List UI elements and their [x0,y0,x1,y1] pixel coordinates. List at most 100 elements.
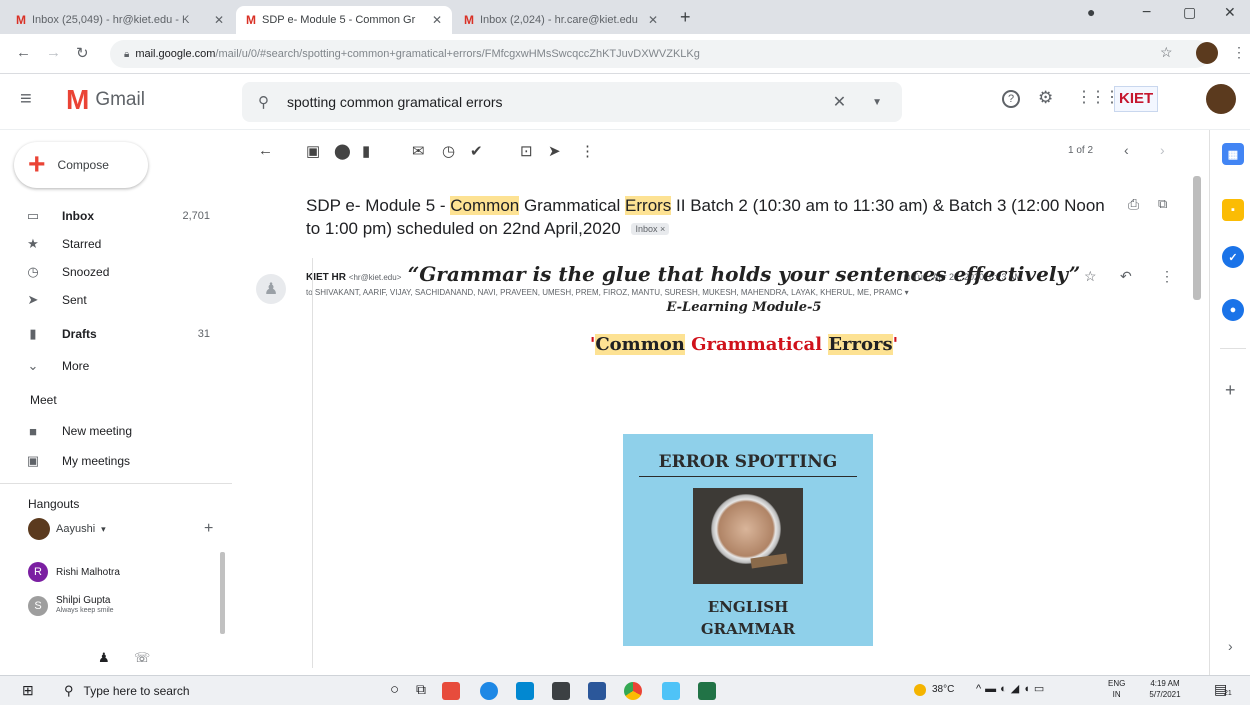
taskbar-search-box[interactable]: ⚲ Type here to search [56,679,356,703]
contacts-app-icon[interactable]: ● [1222,299,1244,321]
expand-panel-icon[interactable]: › [1228,638,1233,654]
gmail-favicon: M [16,13,26,27]
open-new-window-icon[interactable]: ⧉ [1158,196,1167,212]
address-bar[interactable]: 🔒︎ mail.google.com /mail/u/0/#search/spo… [110,40,1210,68]
move-to-icon[interactable]: ⊡ [520,142,533,160]
help-icon[interactable]: ? [1002,90,1020,108]
forward-icon[interactable]: → [46,44,61,61]
windows-start-icon[interactable]: ⊞ [22,682,34,699]
mail-app-icon[interactable] [516,682,534,700]
chrome-app-icon[interactable] [624,682,642,700]
sidebar-item-starred[interactable]: ★ Starred [0,230,230,258]
divider [0,483,232,484]
excel-app-icon[interactable] [698,682,716,700]
close-tab-icon[interactable]: ✕ [432,13,442,27]
report-spam-icon[interactable]: ⬤ [334,142,351,160]
url-host: mail.google.com [135,48,216,60]
older-icon[interactable]: › [1160,142,1165,158]
office-app-icon[interactable] [442,682,460,700]
print-icon[interactable]: ⎙ [1128,196,1139,213]
search-options-icon[interactable]: ▼ [872,97,882,108]
search-icon[interactable]: ⚲ [258,93,269,111]
store-app-icon[interactable] [552,682,570,700]
sidebar-item-inbox[interactable]: ▭ Inbox 2,701 [0,202,230,230]
poster-subtitle: ENGLISH [707,598,789,616]
newer-icon[interactable]: ‹ [1124,142,1129,158]
get-addons-icon[interactable]: + [1225,380,1236,401]
close-tab-icon[interactable]: ✕ [214,13,224,27]
weather-icon[interactable] [914,684,926,696]
sidebar-item-more[interactable]: ⌄ More [0,352,230,380]
new-meeting-button[interactable]: ■ New meeting [0,417,230,445]
search-bar[interactable]: ⚲ spotting common gramatical errors ✕ ▼ [242,82,902,122]
heading-grammatical: Grammatical [691,334,823,355]
hangouts-self-name: Aayushi [56,523,96,535]
maximize-icon[interactable]: ▢ [1183,4,1196,21]
search-input[interactable]: spotting common gramatical errors [287,94,833,110]
archive-icon[interactable]: ▣ [306,142,320,160]
contact-status: Always keep smile [56,607,114,614]
close-tab-icon[interactable]: ✕ [648,13,658,27]
label-icon[interactable]: ➤ [548,142,561,160]
account-avatar[interactable] [1206,84,1236,114]
close-window-icon[interactable]: ✕ [1224,4,1236,21]
edge-browser-icon[interactable] [480,682,498,700]
sidebar-item-sent[interactable]: ➤ Sent [0,286,230,314]
browser-tab-inbox[interactable]: M Inbox (25,049) - hr@kiet.edu - K ✕ [6,6,234,34]
add-contact-icon[interactable]: + [204,520,213,538]
minimize-icon[interactable]: − [1142,4,1151,22]
sidebar-item-snoozed[interactable]: ◷ Snoozed [0,258,230,286]
snooze-icon[interactable]: ◷ [442,142,455,160]
calendar-app-icon[interactable]: ▦ [1222,143,1244,165]
task-view-icon[interactable]: ⧉ [416,681,426,698]
profile-indicator-icon[interactable]: ● [1087,4,1095,20]
word-app-icon[interactable] [588,682,606,700]
settings-gear-icon[interactable]: ⚙ [1038,88,1053,108]
keep-app-icon[interactable]: ▪ [1222,199,1244,221]
cortana-icon[interactable]: ○ [390,681,399,698]
clock[interactable]: 4:19 AM 5/7/2021 [1140,678,1190,700]
bookmark-star-icon[interactable]: ☆ [1160,44,1173,61]
more-options-icon[interactable]: ⋮ [580,142,595,160]
rail-divider [1209,130,1210,675]
hangouts-contact[interactable]: R Rishi Malhotra [28,562,120,582]
meet-heading: Meet [30,393,57,407]
mark-unread-icon[interactable]: ✉ [412,142,425,160]
contacts-tab-icon[interactable]: ♟ [98,650,110,666]
hangouts-contact[interactable]: S Shilpi Gupta Always keep smile [28,596,114,616]
inbox-label-chip[interactable]: Inbox × [631,223,670,236]
weather-temp[interactable]: 38°C [932,684,954,695]
sidebar-item-drafts[interactable]: ▮ Drafts 31 [0,320,230,348]
hangouts-scrollbar[interactable] [220,552,225,634]
image-viewer-icon[interactable] [662,682,680,700]
chrome-menu-icon[interactable]: ⋮ [1232,44,1246,61]
browser-tab-current[interactable]: M SDP e- Module 5 - Common Gr ✕ [236,6,452,34]
avatar: S [28,596,48,616]
delete-icon[interactable]: ▮ [362,142,370,160]
reload-icon[interactable]: ↻ [76,44,89,62]
profile-avatar[interactable] [1196,42,1218,64]
main-menu-icon[interactable]: ≡ [20,88,32,111]
notifications-icon[interactable]: ▤ 21 [1214,681,1236,699]
clear-search-icon[interactable]: ✕ [833,92,846,112]
message-scrollbar[interactable] [1193,176,1201,300]
taskbar-search-placeholder: Type here to search [83,684,190,698]
compose-button[interactable]: + Compose [14,142,148,188]
back-icon[interactable]: ← [16,44,31,61]
language-indicator[interactable]: ENG IN [1108,678,1125,700]
calls-tab-icon[interactable]: ☏ [134,650,150,666]
subject-text: SDP e- Module 5 - [306,196,451,215]
new-tab-button[interactable]: + [680,7,691,28]
my-meetings-button[interactable]: ▣ My meetings [0,447,230,475]
back-to-list-icon[interactable]: ← [258,142,273,159]
gmail-logo[interactable]: M Gmail [66,84,145,116]
clock-icon: ◷ [27,264,39,279]
browser-tab-inbox-care[interactable]: M Inbox (2,024) - hr.care@kiet.edu ✕ [454,6,668,34]
org-logo[interactable]: KIET [1114,86,1159,112]
apps-grid-icon[interactable]: ⋮⋮⋮ [1076,87,1120,107]
system-tray-icons[interactable]: ^▬◐◢◖▭ [976,682,1048,695]
tasks-app-icon[interactable]: ✓ [1222,246,1244,268]
browser-toolbar: ← → ↻ 🔒︎ mail.google.com /mail/u/0/#sear… [0,34,1250,74]
hangouts-self[interactable]: Aayushi ▾ [28,518,106,540]
add-task-icon[interactable]: ✔ [470,142,483,160]
